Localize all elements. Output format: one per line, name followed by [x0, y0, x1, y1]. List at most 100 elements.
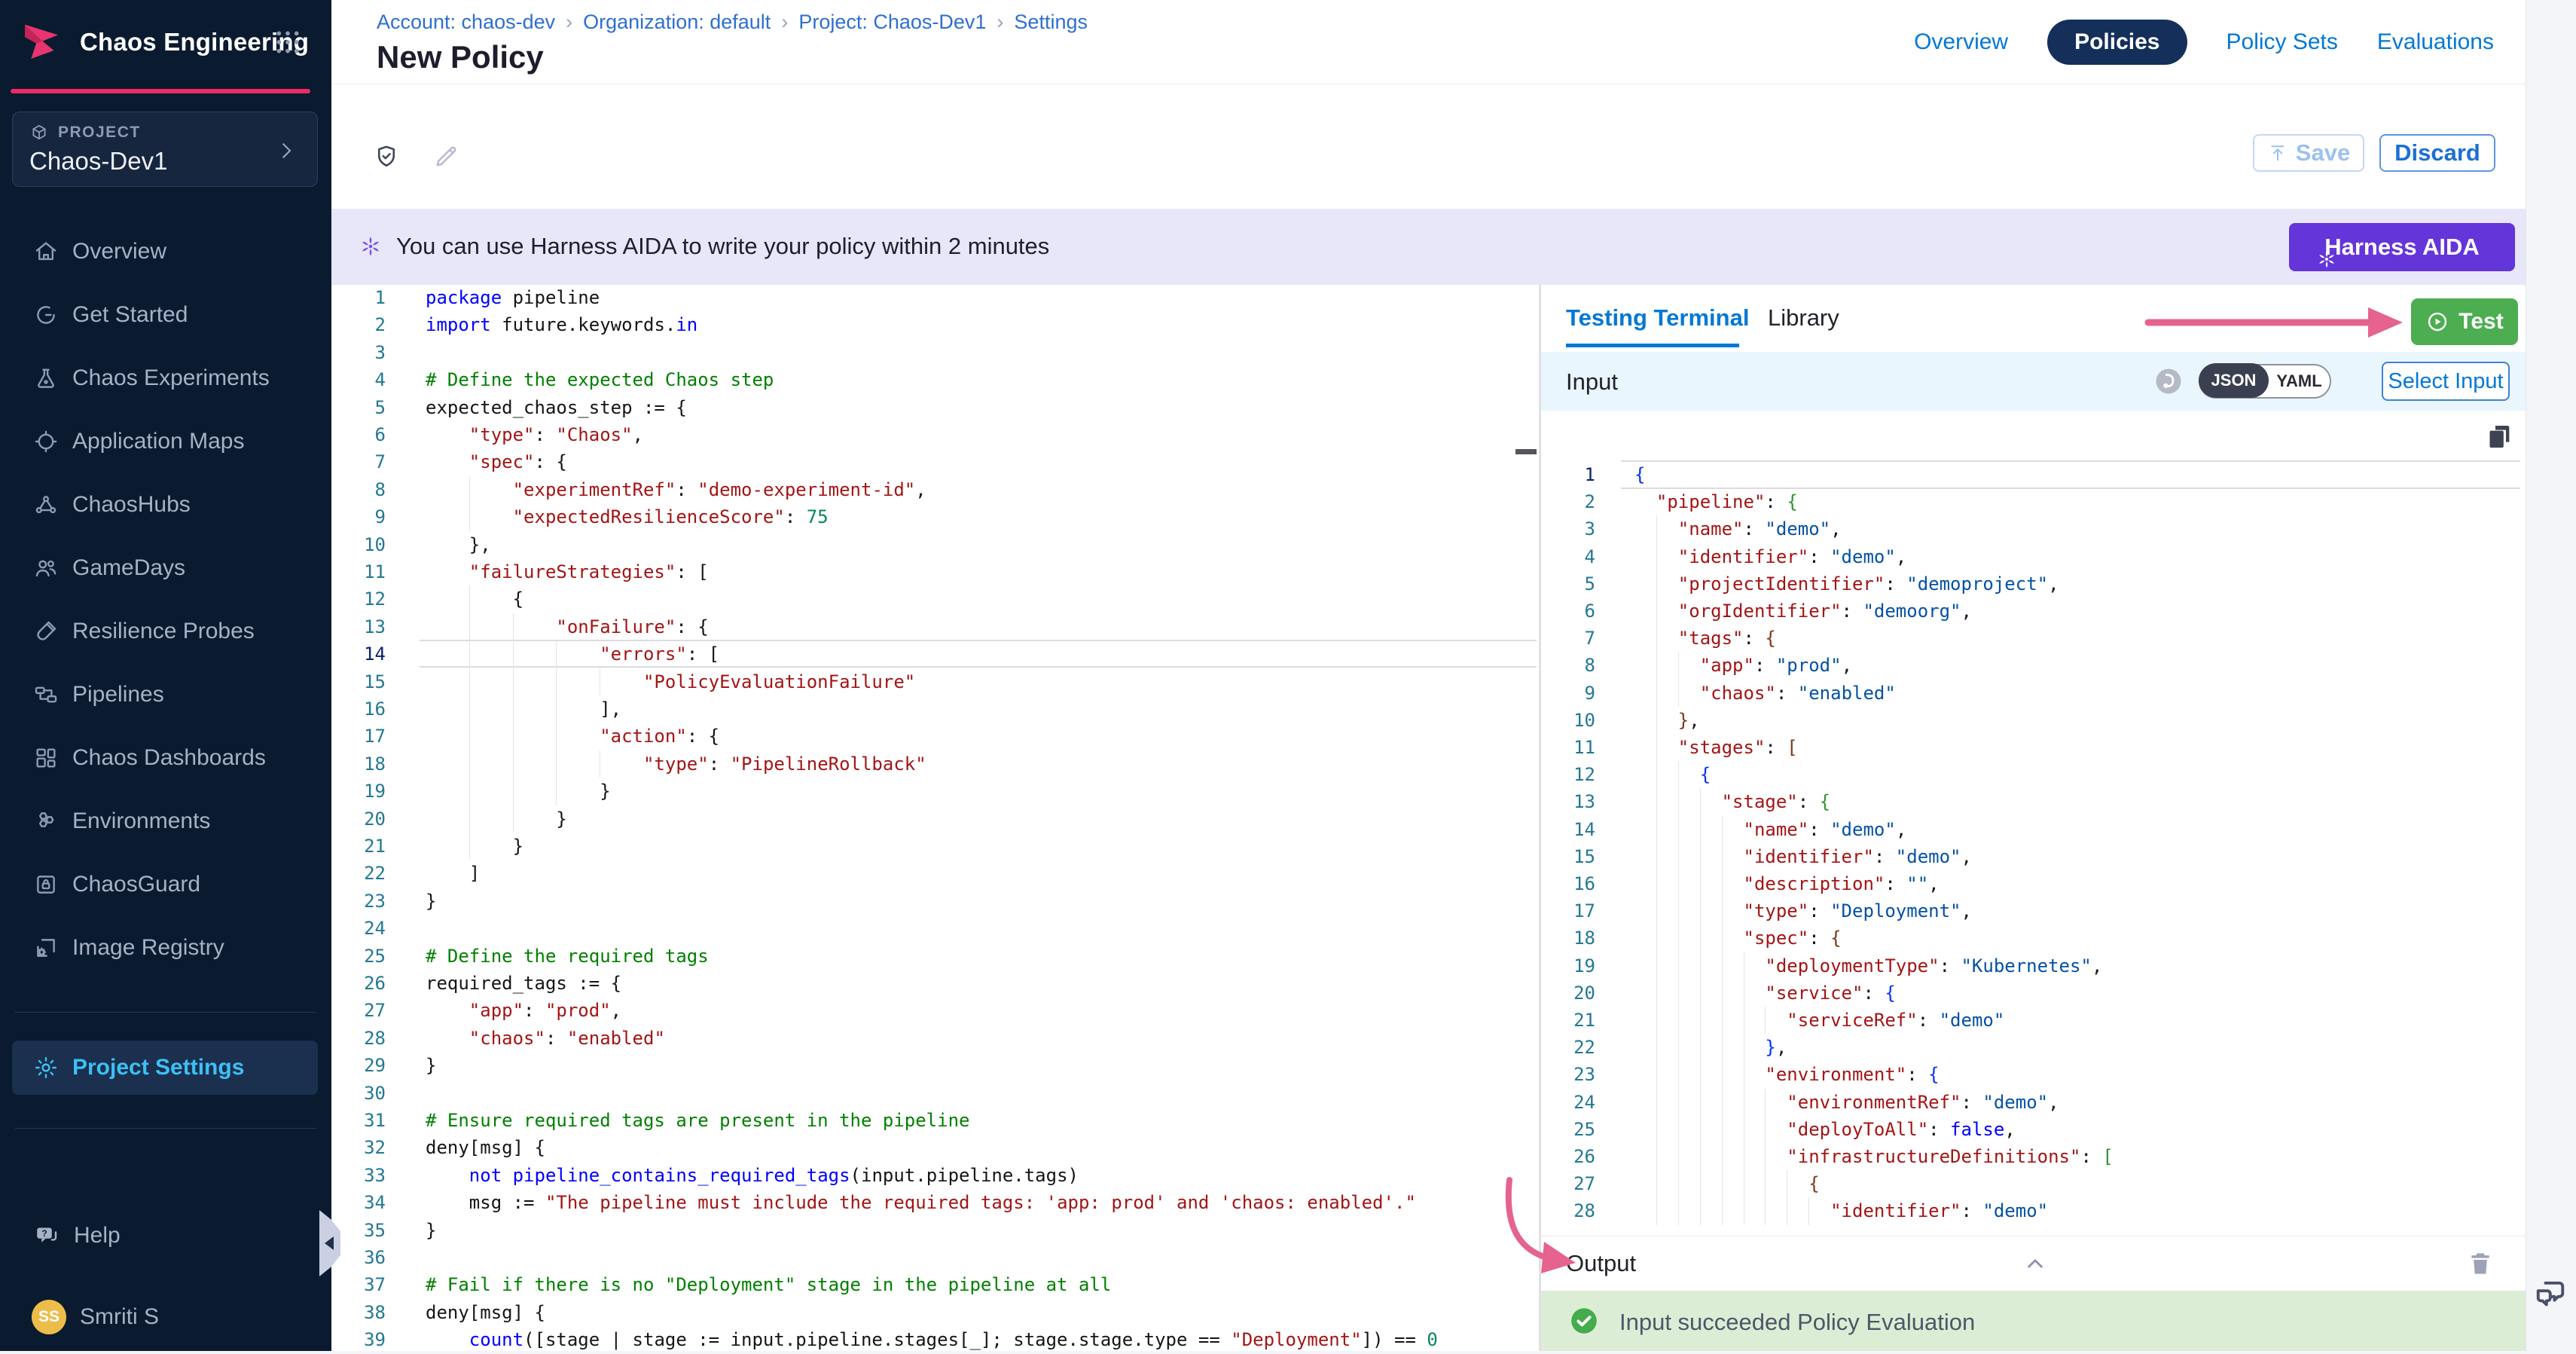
copy-icon[interactable] [2484, 420, 2514, 454]
format-option-json[interactable]: JSON [2199, 363, 2269, 398]
chevron-up-icon[interactable] [2020, 1249, 2050, 1279]
user-menu[interactable]: SS Smriti S [0, 1293, 331, 1341]
code-line[interactable]: "spec": { [426, 448, 567, 475]
code-line[interactable]: "environmentRef": "demo", [1634, 1089, 2059, 1116]
code-line[interactable]: "pipeline": { [1634, 488, 1798, 515]
code-line[interactable]: }, [1634, 707, 1700, 734]
code-line[interactable]: ], [426, 695, 621, 723]
json-yaml-toggle[interactable]: JSONYAML [2199, 364, 2331, 399]
code-line[interactable]: "orgIdentifier": "demoorg", [1634, 598, 1972, 625]
code-line[interactable]: "deployToAll": false, [1634, 1116, 2016, 1143]
code-line[interactable]: }, [426, 531, 491, 558]
code-line[interactable]: msg := "The pipeline must include the re… [426, 1189, 1416, 1216]
code-line[interactable]: } [426, 888, 436, 915]
sidebar-item-chaosguard[interactable]: ChaosGuard [0, 853, 331, 916]
breadcrumb-link[interactable]: Settings [1014, 11, 1088, 34]
save-button[interactable]: Save [2253, 134, 2364, 172]
tab-testing-terminal[interactable]: Testing Terminal [1566, 304, 1749, 332]
module-grid-icon[interactable] [273, 27, 303, 57]
code-line[interactable]: } [426, 1217, 436, 1244]
harness-aida-button[interactable]: Harness AIDA [2289, 223, 2515, 271]
sidebar-item-get-started[interactable]: Get Started [0, 283, 331, 347]
code-line[interactable]: # Fail if there is no "Deployment" stage… [426, 1271, 1111, 1298]
code-line[interactable]: "PolicyEvaluationFailure" [426, 668, 915, 695]
sidebar-item-environments[interactable]: Environments [0, 790, 331, 853]
code-line[interactable]: "type": "Deployment", [1634, 897, 1972, 925]
code-line[interactable]: "chaos": "enabled" [1634, 680, 1896, 707]
sidebar-item-pipelines[interactable]: Pipelines [0, 663, 331, 726]
tab-policy-sets[interactable]: Policy Sets [2227, 20, 2338, 65]
tab-evaluations[interactable]: Evaluations [2377, 20, 2494, 65]
code-line[interactable]: "onFailure": { [426, 613, 709, 640]
code-line[interactable]: package pipeline [426, 284, 600, 311]
sidebar-item-resilience-probes[interactable]: Resilience Probes [0, 600, 331, 663]
format-disc-icon[interactable] [2152, 365, 2185, 398]
sidebar-item-gamedays[interactable]: GameDays [0, 536, 331, 600]
code-line[interactable]: "projectIdentifier": "demoproject", [1634, 570, 2059, 598]
code-line[interactable]: required_tags := { [426, 970, 621, 997]
edit-pencil-icon[interactable] [432, 142, 459, 172]
code-line[interactable]: not pipeline_contains_required_tags(inpu… [426, 1162, 1079, 1189]
code-line[interactable]: "deploymentType": "Kubernetes", [1634, 952, 2102, 980]
code-line[interactable]: "experimentRef": "demo-experiment-id", [426, 476, 926, 503]
tab-library[interactable]: Library [1768, 304, 1839, 332]
code-line[interactable]: } [426, 778, 611, 805]
code-line[interactable]: # Define the expected Chaos step [426, 366, 774, 393]
code-line[interactable]: count([stage | stage := input.pipeline.s… [426, 1326, 1438, 1353]
code-line[interactable]: "type": "PipelineRollback" [426, 750, 926, 778]
code-line[interactable]: "identifier": "demo" [1634, 1197, 2048, 1224]
sidebar-item-help[interactable]: ? Help [0, 1213, 331, 1258]
code-line[interactable]: deny[msg] { [426, 1134, 545, 1161]
sidebar-item-overview[interactable]: Overview [0, 220, 331, 283]
code-line[interactable]: "app": "prod", [426, 997, 621, 1024]
code-line[interactable]: { [1634, 461, 1645, 488]
code-line[interactable]: # Ensure required tags are present in th… [426, 1107, 969, 1134]
sidebar-item-chaos-dashboards[interactable]: Chaos Dashboards [0, 726, 331, 790]
test-button[interactable]: Test [2411, 298, 2518, 345]
tab-overview[interactable]: Overview [1914, 20, 2008, 65]
code-line[interactable]: expected_chaos_step := { [426, 394, 687, 421]
sidebar-item-application-maps[interactable]: Application Maps [0, 410, 331, 473]
code-line[interactable]: deny[msg] { [426, 1299, 545, 1326]
code-line[interactable]: }, [1634, 1034, 1787, 1061]
code-line[interactable]: "chaos": "enabled" [426, 1025, 665, 1052]
code-line[interactable]: # Define the required tags [426, 943, 709, 970]
code-line[interactable]: ] [426, 860, 480, 887]
project-selector[interactable]: PROJECT Chaos-Dev1 [12, 112, 318, 187]
breadcrumb-link[interactable]: Organization: default [583, 11, 771, 34]
code-line[interactable]: { [426, 585, 523, 613]
support-chat-icon[interactable] [2531, 1275, 2570, 1314]
code-line[interactable]: { [1634, 761, 1711, 788]
code-line[interactable]: "type": "Chaos", [426, 421, 643, 448]
code-line[interactable]: "stages": [ [1634, 734, 1798, 761]
sidebar-item-chaoshubs[interactable]: ChaosHubs [0, 473, 331, 536]
code-line[interactable]: } [426, 1052, 436, 1079]
code-line[interactable]: } [426, 805, 567, 833]
code-line[interactable]: "serviceRef": "demo" [1634, 1007, 2004, 1034]
trash-icon[interactable] [2465, 1247, 2495, 1280]
breadcrumb-link[interactable]: Project: Chaos-Dev1 [798, 11, 986, 34]
discard-button[interactable]: Discard [2379, 134, 2495, 172]
format-option-yaml[interactable]: YAML [2269, 365, 2330, 397]
code-line[interactable]: { [1634, 1170, 1820, 1197]
sidebar-item-chaos-experiments[interactable]: Chaos Experiments [0, 347, 331, 410]
code-line[interactable]: "description": "", [1634, 870, 1940, 897]
code-line[interactable]: import future.keywords.in [426, 311, 697, 338]
code-line[interactable]: "app": "prod", [1634, 652, 1852, 679]
code-line[interactable]: "failureStrategies": [ [426, 558, 709, 585]
code-line[interactable]: "environment": { [1634, 1061, 1940, 1088]
code-line[interactable]: "name": "demo", [1634, 816, 1906, 843]
breadcrumb-link[interactable]: Account: chaos-dev [377, 11, 555, 34]
code-line[interactable]: } [426, 833, 523, 860]
code-line[interactable]: "stage": { [1634, 788, 1830, 815]
code-line[interactable]: "identifier": "demo", [1634, 543, 1906, 570]
code-line[interactable]: "service": { [1634, 980, 1896, 1007]
sidebar-item-project-settings[interactable]: Project Settings [12, 1041, 318, 1095]
code-line[interactable]: "name": "demo", [1634, 515, 1842, 543]
code-line[interactable]: "identifier": "demo", [1634, 843, 1972, 870]
sidebar-item-image-registry[interactable]: Image Registry [0, 916, 331, 980]
select-input-button[interactable]: Select Input [2382, 362, 2510, 401]
code-line[interactable]: "infrastructureDefinitions": [ [1634, 1143, 2114, 1170]
tab-policies[interactable]: Policies [2047, 20, 2187, 65]
code-line[interactable]: "spec": { [1634, 925, 1842, 952]
